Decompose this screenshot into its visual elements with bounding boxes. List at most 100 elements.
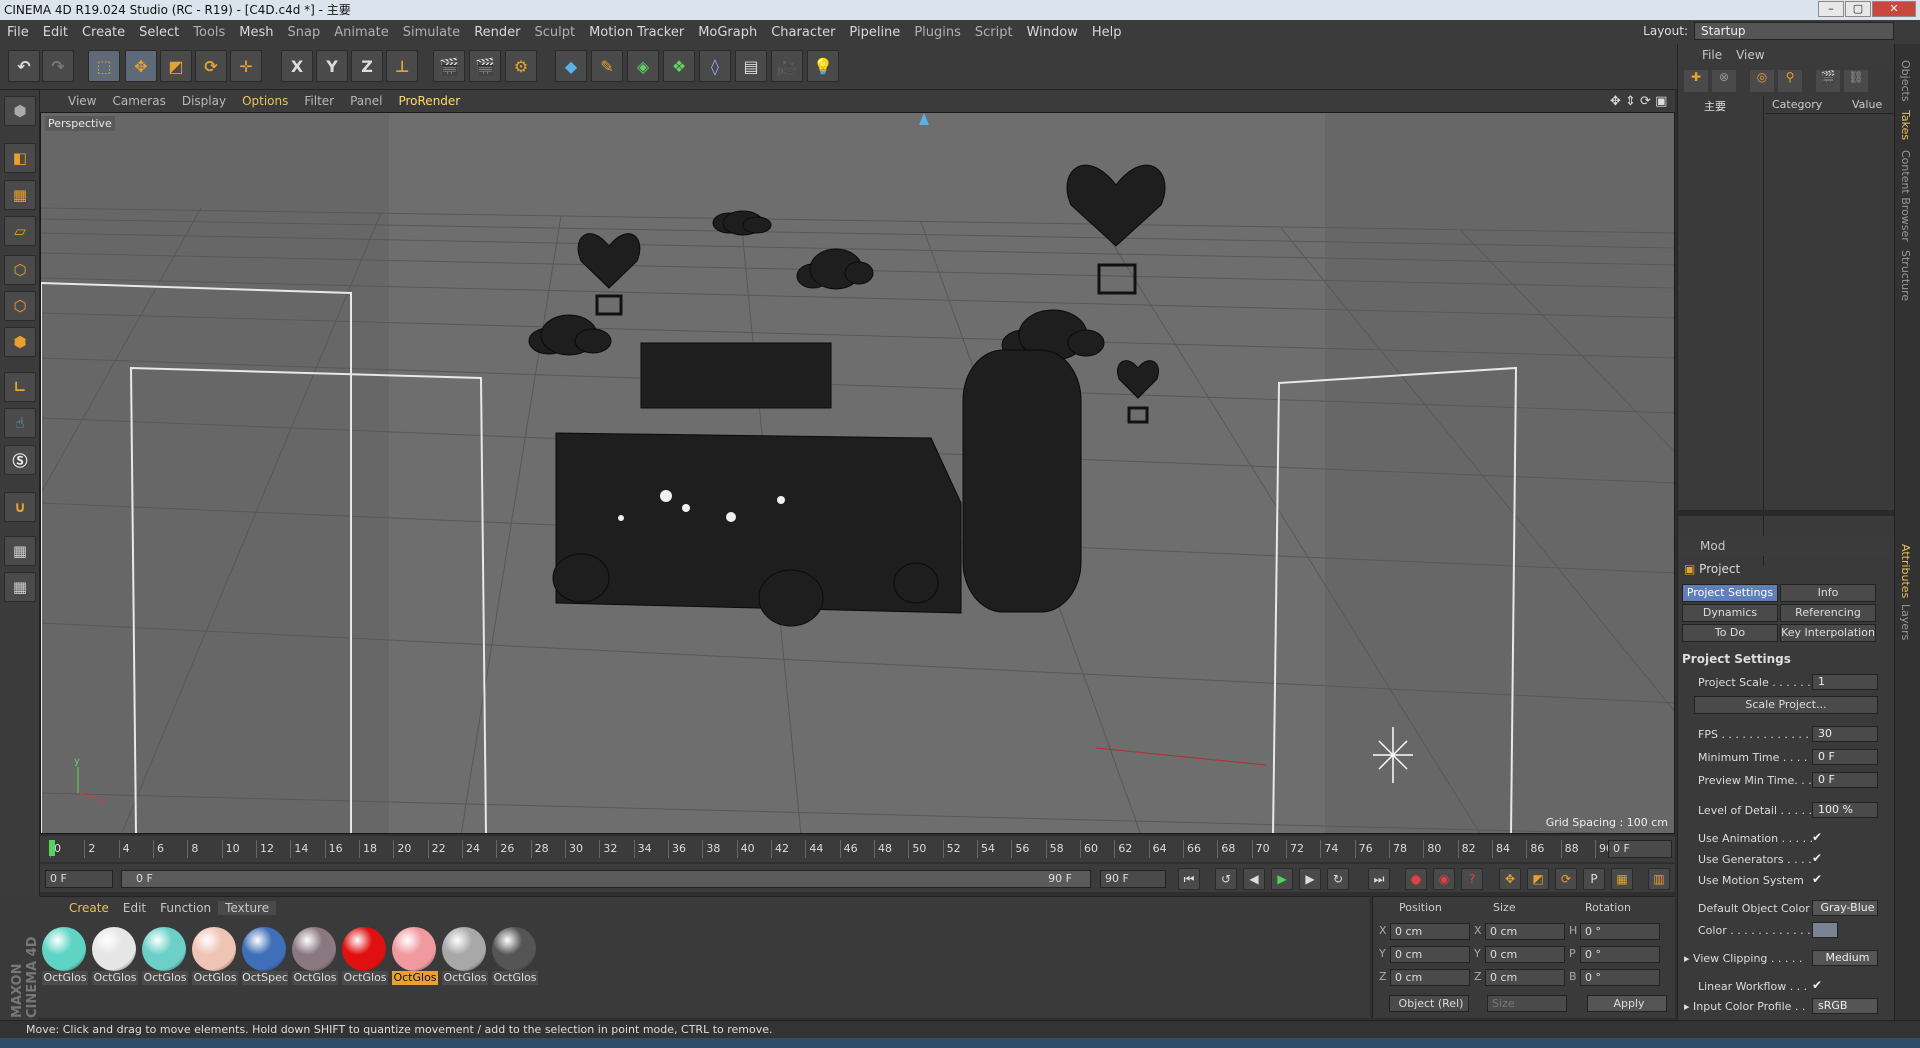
- link-icon[interactable]: ⛓: [1844, 70, 1868, 92]
- render-take-icon[interactable]: 🎬: [1816, 70, 1840, 92]
- end-frame-field[interactable]: 90 F: [1100, 870, 1166, 888]
- x-axis-lock[interactable]: X: [281, 50, 313, 82]
- menu-mesh[interactable]: Mesh: [232, 25, 280, 40]
- edges-mode-icon[interactable]: ⬡: [4, 291, 36, 321]
- side-tab-layers[interactable]: Layers: [1899, 604, 1912, 640]
- next-key-icon[interactable]: ↻: [1327, 868, 1349, 890]
- position-y-field[interactable]: 0 cm: [1390, 946, 1470, 963]
- take-icon[interactable]: ◎: [1750, 70, 1774, 92]
- menu-help[interactable]: Help: [1085, 25, 1129, 40]
- render-to-picture-viewer-icon[interactable]: 🎬: [469, 50, 501, 82]
- material-item[interactable]: OctGlos: [42, 927, 88, 987]
- close-icon[interactable]: ✕: [1872, 1, 1916, 17]
- go-to-start-icon[interactable]: ⏮: [1178, 868, 1200, 890]
- menu-render[interactable]: Render: [467, 25, 527, 40]
- add-tag-icon[interactable]: ✚: [1684, 70, 1708, 92]
- viewport-menu-options[interactable]: Options: [234, 94, 296, 108]
- coordinate-system-icon[interactable]: ⊥: [386, 50, 418, 82]
- material-item[interactable]: OctGlos: [92, 927, 138, 987]
- preview-min-field[interactable]: 0 F: [1812, 772, 1878, 788]
- linear-workflow-checkbox[interactable]: ✔: [1812, 978, 1822, 992]
- side-tab-objects[interactable]: Objects: [1899, 60, 1912, 102]
- objects-menu-view[interactable]: View: [1736, 48, 1764, 62]
- points-mode-icon[interactable]: ⬡: [4, 255, 36, 285]
- lock-workplane-icon[interactable]: ▦: [4, 536, 36, 566]
- menu-tools[interactable]: Tools: [186, 25, 232, 40]
- range-slider[interactable]: 0 F 90 F: [121, 870, 1091, 888]
- material-item[interactable]: OctGlos: [442, 927, 488, 987]
- pen-icon[interactable]: ✎: [591, 50, 623, 82]
- viewport-menu-display[interactable]: Display: [174, 94, 234, 108]
- use-generators-checkbox[interactable]: ✔: [1812, 851, 1822, 865]
- axis-mode-icon[interactable]: ∟: [4, 372, 36, 402]
- menu-character[interactable]: Character: [764, 25, 842, 40]
- rotation-b-field[interactable]: 0 °: [1580, 969, 1660, 986]
- apply-button[interactable]: Apply: [1587, 995, 1667, 1012]
- previous-frame-icon[interactable]: ◀: [1243, 868, 1265, 890]
- live-selection-icon[interactable]: ⬚: [88, 50, 120, 82]
- viewport-menu-filter[interactable]: Filter: [296, 94, 342, 108]
- keyframe-selection-icon[interactable]: ?: [1461, 868, 1483, 890]
- take-main[interactable]: 主要: [1704, 98, 1726, 114]
- magnet-icon[interactable]: ∪: [4, 492, 36, 522]
- attributes-mode[interactable]: Mod: [1700, 539, 1725, 553]
- viewport-menu-cameras[interactable]: Cameras: [104, 94, 173, 108]
- menu-sculpt[interactable]: Sculpt: [527, 25, 582, 40]
- key-parameter-icon[interactable]: P: [1583, 868, 1605, 890]
- objects-menu-file[interactable]: File: [1702, 48, 1722, 62]
- menu-motion-tracker[interactable]: Motion Tracker: [582, 25, 691, 40]
- layout-value[interactable]: Startup: [1694, 22, 1894, 40]
- menu-snap[interactable]: Snap: [281, 25, 328, 40]
- project-scale-field[interactable]: 1: [1812, 674, 1878, 690]
- move-icon[interactable]: ✥: [125, 50, 157, 82]
- tab-key-interpolation[interactable]: Key Interpolation: [1780, 624, 1876, 642]
- tab-project-settings[interactable]: Project Settings: [1682, 584, 1778, 602]
- cloner-icon[interactable]: ❖: [663, 50, 695, 82]
- menu-plugins[interactable]: Plugins: [907, 25, 968, 40]
- size-mode-select[interactable]: Size: [1487, 995, 1567, 1012]
- side-tab-takes[interactable]: Takes: [1899, 110, 1912, 140]
- menu-simulate[interactable]: Simulate: [396, 25, 467, 40]
- workplane-icon[interactable]: ▱: [4, 216, 36, 246]
- render-view-icon[interactable]: 🎬: [433, 50, 465, 82]
- default-color-select[interactable]: Gray-Blue: [1812, 900, 1878, 916]
- floor-icon[interactable]: ▤: [735, 50, 767, 82]
- min-time-field[interactable]: 0 F: [1812, 749, 1878, 765]
- maximize-icon[interactable]: ▢: [1845, 1, 1871, 17]
- layout-selector[interactable]: Layout: Startup: [1643, 22, 1894, 40]
- input-profile-select[interactable]: sRGB: [1812, 998, 1878, 1014]
- texture-mode-icon[interactable]: ▦: [4, 180, 36, 210]
- material-item[interactable]: OctGlos: [192, 927, 238, 987]
- size-x-field[interactable]: 0 cm: [1485, 923, 1565, 940]
- autokey-icon[interactable]: ◉: [1433, 868, 1455, 890]
- viewport-nav-icons[interactable]: ✥ ⇕ ⟳ ▣: [1610, 94, 1667, 109]
- use-motion-checkbox[interactable]: ✔: [1812, 872, 1822, 886]
- position-z-field[interactable]: 0 cm: [1390, 969, 1470, 986]
- current-frame-field[interactable]: 0 F: [1608, 840, 1672, 858]
- material-item[interactable]: OctSpec: [242, 927, 288, 987]
- tab-todo[interactable]: To Do: [1682, 624, 1778, 642]
- use-animation-checkbox[interactable]: ✔: [1812, 830, 1822, 844]
- menu-pipeline[interactable]: Pipeline: [842, 25, 907, 40]
- start-frame-field[interactable]: 0 F: [45, 870, 113, 888]
- menu-window[interactable]: Window: [1020, 25, 1085, 40]
- key-pla-icon[interactable]: ▦: [1611, 868, 1633, 890]
- camera-icon[interactable]: 🎥: [771, 50, 803, 82]
- material-item[interactable]: OctGlos: [492, 927, 538, 987]
- position-x-field[interactable]: 0 cm: [1390, 923, 1470, 940]
- menu-edit[interactable]: Edit: [36, 25, 75, 40]
- rotate-icon[interactable]: ⟳: [195, 50, 227, 82]
- model-mode-icon[interactable]: ◧: [4, 143, 36, 173]
- viewport-3d[interactable]: y x Perspective Grid Spacing : 100 cm: [40, 112, 1675, 834]
- override-icon[interactable]: ⚲: [1778, 70, 1802, 92]
- side-tab-structure[interactable]: Structure: [1899, 250, 1912, 301]
- play-icon[interactable]: ▶: [1271, 868, 1293, 890]
- lod-field[interactable]: 100 %: [1812, 802, 1878, 818]
- rotation-p-field[interactable]: 0 °: [1580, 946, 1660, 963]
- cube-icon[interactable]: ◆: [555, 50, 587, 82]
- material-item[interactable]: OctGlos: [392, 927, 438, 987]
- redo-icon[interactable]: ↷: [42, 50, 74, 82]
- size-z-field[interactable]: 0 cm: [1485, 969, 1565, 986]
- viewport-menu-panel[interactable]: Panel: [342, 94, 390, 108]
- y-axis-lock[interactable]: Y: [316, 50, 348, 82]
